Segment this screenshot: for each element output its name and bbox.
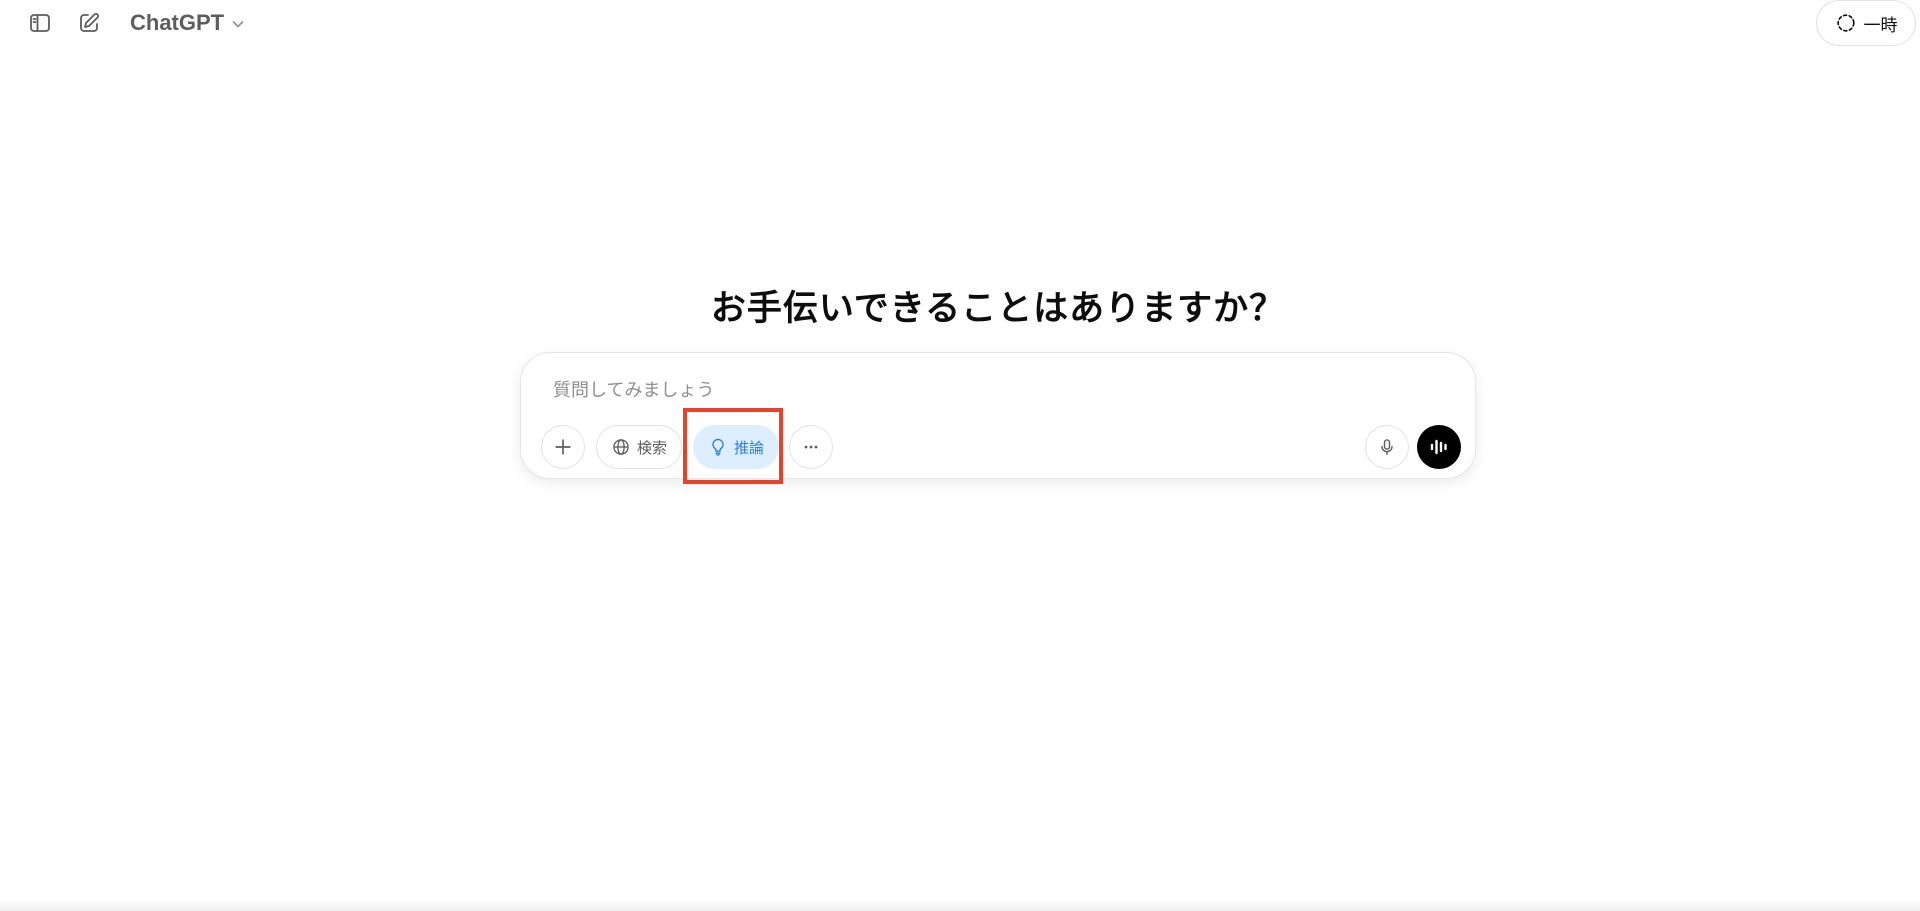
prompt-input[interactable] [553, 373, 1433, 407]
bottom-fade [0, 901, 1920, 911]
microphone-icon [1381, 439, 1393, 455]
chatgpt-page: ChatGPT 一時 お手伝いできることはありますか？ 質問してみましょう 検索… [0, 0, 1920, 911]
page-title: お手伝いできることはありますか？ [710, 289, 1286, 329]
temporary-chat-label: 一時 [1863, 15, 1898, 36]
dashed-circle-icon [1836, 14, 1855, 32]
voice-waveform-icon [1430, 439, 1447, 455]
voice-mode-button[interactable] [1417, 425, 1461, 469]
more-horizontal-icon [804, 445, 818, 449]
sidebar-toggle-icon [30, 14, 50, 32]
search-button-label: 検索 [636, 438, 667, 457]
reason-button[interactable]: 推論 [693, 425, 779, 469]
composer: 検索 推論 [520, 352, 1476, 479]
top-header: ChatGPT 一時 [0, 0, 1920, 46]
model-switcher[interactable]: ChatGPT [122, 6, 254, 40]
search-button[interactable]: 検索 [596, 425, 682, 469]
globe-icon [613, 439, 629, 455]
more-tools-button[interactable] [789, 425, 833, 469]
temporary-chat-button[interactable]: 一時 [1816, 0, 1916, 46]
sidebar-toggle-button[interactable] [22, 7, 58, 39]
attach-button[interactable] [541, 425, 585, 469]
plus-icon [555, 439, 571, 455]
new-chat-button[interactable] [71, 7, 107, 39]
reason-button-label: 推論 [733, 438, 764, 457]
dictate-button[interactable] [1365, 425, 1409, 469]
compose-icon [80, 13, 99, 32]
lightbulb-icon [712, 438, 724, 456]
chevron-down-icon [232, 21, 244, 28]
model-name: ChatGPT [130, 10, 225, 35]
